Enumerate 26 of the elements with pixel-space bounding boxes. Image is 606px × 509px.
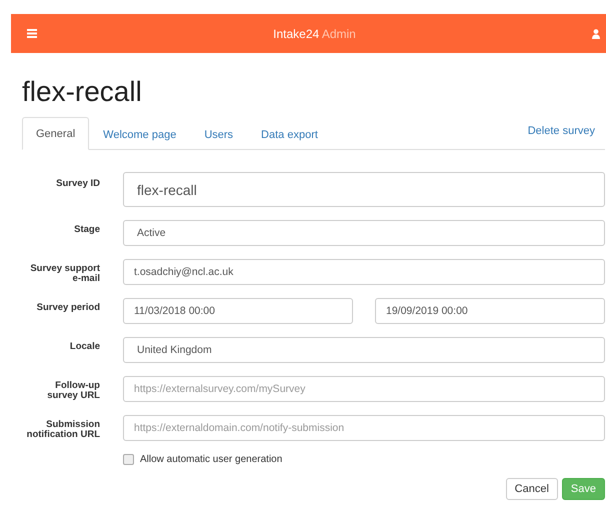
field-label: Follow-up survey URL <box>46 379 100 402</box>
date-field[interactable]: 19/09/2019 00:00 <box>375 298 605 324</box>
field-label: Survey ID <box>55 177 100 191</box>
user-icon[interactable] <box>592 28 600 38</box>
checkbox-label[interactable]: Allow automatic user generation <box>140 454 282 465</box>
text-field[interactable]: https://externalsurvey.com/mySurvey <box>123 376 605 402</box>
field-label: Submission notification URL <box>26 418 100 441</box>
field-label: Locale <box>68 340 100 354</box>
cancel-button[interactable]: Cancel <box>506 478 558 500</box>
field-label: Survey support e-mail <box>29 262 100 285</box>
field-label: Survey period <box>36 301 100 315</box>
field-label: Stage <box>73 223 100 237</box>
tab[interactable]: Welcome page <box>89 118 190 150</box>
tab[interactable]: Data export <box>247 118 332 150</box>
text-field[interactable]: flex-recall <box>123 172 605 207</box>
tab[interactable]: General <box>22 117 90 150</box>
checkbox[interactable] <box>123 454 134 465</box>
select-field[interactable]: United Kingdom <box>123 337 605 363</box>
select-field[interactable]: Active <box>123 220 605 246</box>
text-field[interactable]: t.osadchiy@ncl.ac.uk <box>123 259 605 285</box>
tab[interactable]: Users <box>190 118 248 150</box>
date-field[interactable]: 11/03/2018 00:00 <box>123 298 353 324</box>
menu-icon[interactable] <box>27 29 37 38</box>
page-title: flex-recall <box>22 76 143 108</box>
text-field[interactable]: https://externaldomain.com/notify-submission <box>123 415 605 441</box>
delete-link[interactable]: Delete survey <box>528 125 605 149</box>
